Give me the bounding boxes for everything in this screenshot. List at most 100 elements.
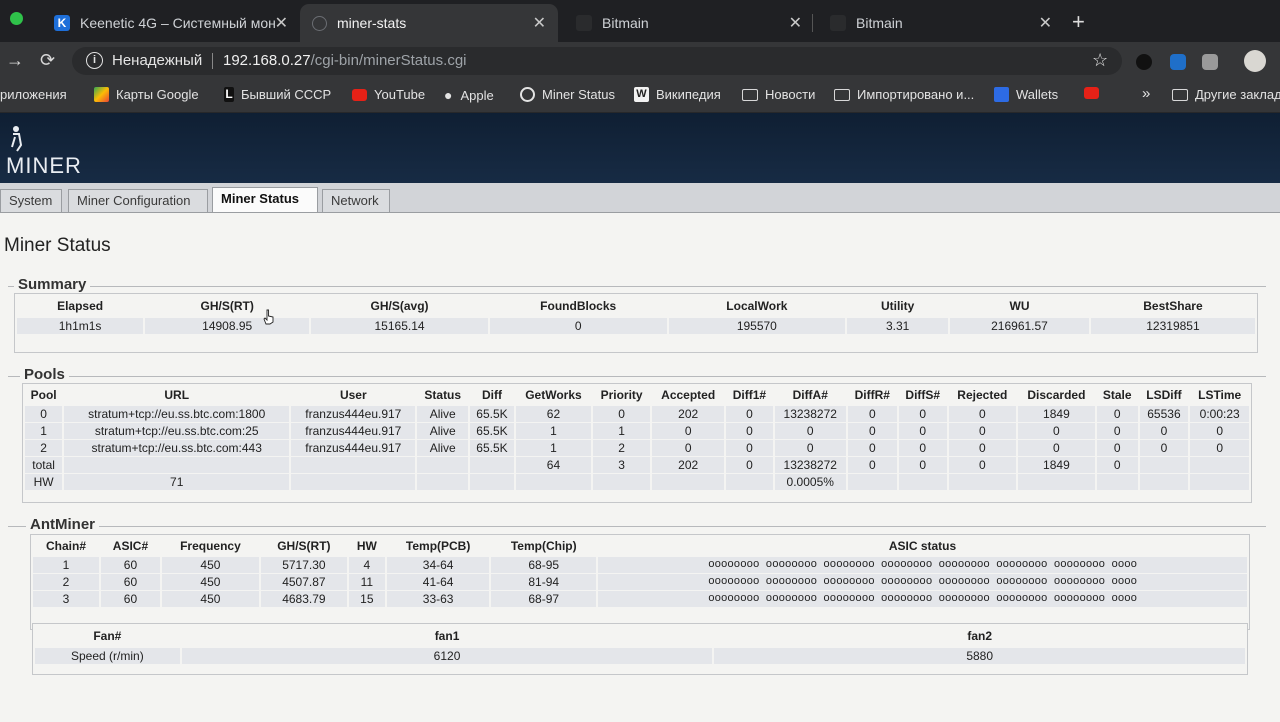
bookmark-youtube[interactable]: YouTube	[352, 87, 425, 102]
asic-status-cell: oooooooo oooooooo oooooooo oooooooo oooo…	[598, 574, 1247, 590]
pool-cell: 0	[774, 440, 846, 456]
reload-icon[interactable]: ⟳	[40, 50, 55, 71]
pool-cell: 0	[948, 457, 1016, 473]
fan-table: Fan# fan1 fan2 Speed (r/min) 6120 5880	[33, 624, 1247, 666]
pool-cell: Alive	[417, 423, 468, 439]
security-status[interactable]: Ненадежный	[112, 52, 202, 69]
close-tab-icon[interactable]: ✕	[533, 13, 546, 33]
browser-tab-miner-stats[interactable]: miner-stats ✕	[300, 4, 558, 42]
pool-cell: 2	[593, 440, 651, 456]
pools-header: Stale	[1102, 388, 1132, 402]
window-zoom-button[interactable]	[10, 12, 23, 25]
bookmark-wallets[interactable]: Wallets	[994, 87, 1058, 102]
tab-network[interactable]: Network	[322, 189, 390, 212]
empty-cell	[1017, 474, 1095, 490]
summary-divider	[8, 286, 1266, 287]
chain-cell: 4507.87	[260, 574, 347, 590]
miner-page: MINER System Miner Configuration Miner S…	[0, 113, 1280, 722]
close-tab-icon[interactable]: ✕	[275, 13, 288, 33]
bookmark-google-maps[interactable]: Карты Google	[94, 87, 199, 102]
chain-header-row: Chain# ASIC# Frequency GH/S(RT) HW Temp(PCB) T…	[33, 536, 1247, 556]
pools-heading: Pools	[20, 366, 69, 383]
l-letter-icon: L	[224, 87, 234, 102]
bookmark-youtube-2[interactable]	[1084, 87, 1106, 99]
folder-icon	[1172, 88, 1188, 101]
browser-tab-bitmain-1[interactable]: Bitmain ✕	[564, 4, 814, 42]
bookmark-miner-status[interactable]: Miner Status	[520, 87, 615, 102]
summary-value-row: 1h1m1s 14908.95 15165.14 0 195570 3.31 2…	[17, 318, 1255, 334]
summary-header: WU	[1009, 299, 1030, 313]
summary-header: FoundBlocks	[540, 299, 617, 313]
close-tab-icon[interactable]: ✕	[789, 13, 802, 33]
bookmark-wikipedia[interactable]: W Википедия	[634, 87, 721, 102]
pool-cell	[1190, 457, 1249, 473]
chain-table: Chain# ASIC# Frequency GH/S(RT) HW Temp(PCB) T…	[31, 535, 1249, 608]
bookmarks-overflow-button[interactable]: »	[1142, 85, 1150, 102]
tab-miner-status[interactable]: Miner Status	[212, 187, 318, 213]
bookmark-folder-imported[interactable]: Импортировано и...	[834, 87, 974, 102]
pool-cell: 0	[774, 423, 846, 439]
pool-cell: 1	[593, 423, 651, 439]
pool-cell: 65.5K	[470, 423, 514, 439]
bookmark-apple[interactable]: ● Apple	[444, 87, 494, 103]
hw-label: HW	[25, 474, 63, 490]
other-bookmarks-folder[interactable]: Другие заклад	[1172, 87, 1280, 102]
pool-row: 2 stratum+tcp://eu.ss.btc.com:443 franzus4…	[25, 440, 1249, 456]
youtube-icon	[1084, 87, 1099, 99]
pools-header: Discarded	[1027, 388, 1086, 402]
pool-cell: franzus444eu.917	[291, 440, 416, 456]
profile-avatar[interactable]	[1244, 50, 1266, 72]
summary-header: LocalWork	[726, 299, 788, 313]
bookmark-label: Бывший СССР	[241, 87, 332, 102]
browser-tab-bitmain-2[interactable]: Bitmain ✕	[818, 4, 1064, 42]
pool-cell: 65536	[1139, 406, 1189, 422]
new-tab-button[interactable]: +	[1072, 9, 1085, 35]
pool-cell	[1139, 457, 1189, 473]
site-info-icon[interactable]: i	[86, 52, 103, 69]
bookmark-label: YouTube	[374, 87, 426, 102]
url-text[interactable]: 192.168.0.27/cgi-bin/minerStatus.cgi	[223, 52, 467, 69]
header-banner: MINER	[0, 113, 1280, 183]
browser-tab-keenetic[interactable]: K Keenetic 4G – Системный мони ✕	[42, 4, 300, 42]
fan-speed-label: Speed (r/min)	[35, 648, 180, 664]
antminer-divider	[8, 526, 1266, 527]
pool-cell: 0	[847, 423, 897, 439]
bookmark-label: Импортировано и...	[857, 87, 975, 102]
summary-box: Elapsed GH/S(RT) GH/S(avg) FoundBlocks L…	[14, 293, 1258, 353]
chain-header: ASIC status	[888, 539, 957, 553]
pools-header: Accepted	[661, 388, 716, 402]
pool-cell: 3	[593, 457, 651, 473]
close-tab-icon[interactable]: ✕	[1039, 13, 1052, 33]
chain-cell: 5717.30	[260, 557, 347, 573]
tab-system[interactable]: System	[0, 189, 62, 212]
pool-cell: 0	[1017, 423, 1095, 439]
extension-icon[interactable]	[1202, 54, 1218, 70]
diffa-percent: 0.0005%	[774, 474, 846, 490]
extension-icon[interactable]	[1136, 54, 1152, 70]
pools-header: DiffA#	[792, 388, 828, 402]
empty-cell	[652, 474, 725, 490]
pools-header: LSDiff	[1146, 388, 1182, 402]
pool-cell: 202	[652, 457, 725, 473]
pool-hw-row: HW 71 0.0005%	[25, 474, 1249, 490]
empty-cell	[470, 474, 514, 490]
tab-miner-configuration[interactable]: Miner Configuration	[68, 189, 208, 212]
bookmark-folder-news[interactable]: Новости	[742, 87, 815, 102]
omnibox[interactable]: i Ненадежный 192.168.0.27/cgi-bin/minerS…	[72, 47, 1122, 75]
pool-cell: total	[25, 457, 63, 473]
forward-arrow-icon[interactable]: →	[6, 50, 24, 71]
pool-cell: 0	[726, 457, 773, 473]
pool-cell: Alive	[417, 440, 468, 456]
chain-cell: 11	[348, 574, 385, 590]
pool-cell: Alive	[417, 406, 468, 422]
bookmark-former-ussr[interactable]: L Бывший СССР	[224, 87, 331, 102]
chain-cell: 68-95	[491, 557, 597, 573]
bookmark-star-icon[interactable]: ☆	[1092, 50, 1108, 71]
tab-title: miner-stats	[337, 15, 407, 31]
bookmark-label: Википедия	[656, 87, 721, 102]
bookmark-apps[interactable]: риложения	[0, 87, 67, 102]
miner-logo-icon	[11, 126, 23, 152]
summary-value-ghs-rt: 14908.95	[145, 318, 310, 334]
extension-icon[interactable]	[1170, 54, 1186, 70]
pool-cell	[417, 457, 468, 473]
